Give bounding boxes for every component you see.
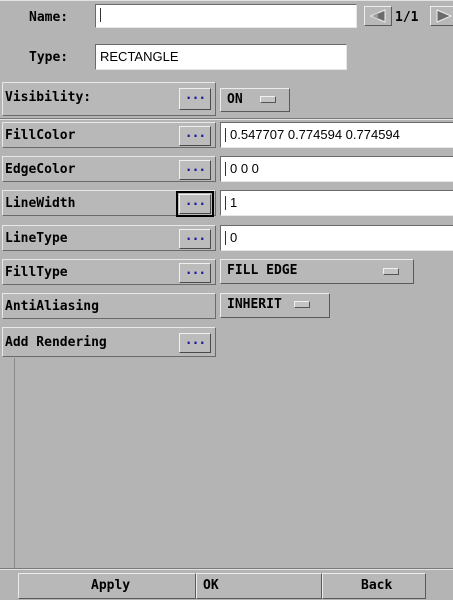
filltype-dots-button[interactable]: ... (179, 263, 211, 283)
separator-highlight (0, 119, 453, 120)
triangle-left-icon (369, 9, 386, 23)
linetype-dots-button[interactable]: ... (179, 229, 211, 249)
linetype-field[interactable]: 0 (220, 225, 453, 251)
filltype-value: FILL EDGE (227, 263, 298, 278)
property-editor-panel: Name: 1/1 Type: RECTANGLE Visibility: ..… (0, 0, 453, 600)
triangle-right-icon (436, 9, 453, 23)
edgecolor-value: 0 0 0 (230, 161, 259, 176)
prev-button[interactable] (364, 6, 392, 26)
type-value: RECTANGLE (100, 49, 179, 64)
text-cursor (225, 196, 229, 210)
fillcolor-field[interactable]: 0.547707 0.774594 0.774594 (220, 122, 453, 148)
linewidth-value: 1 (230, 195, 238, 210)
name-field[interactable] (95, 4, 357, 28)
text-cursor (225, 231, 229, 245)
filltype-label: FillType (5, 265, 68, 280)
antialiasing-value: INHERIT (227, 297, 282, 312)
fillcolor-label: FillColor (5, 128, 76, 143)
type-label: Type: (29, 50, 69, 65)
visibility-value: ON (227, 92, 243, 107)
page-indicator: 1/1 (395, 10, 419, 25)
next-button[interactable] (430, 6, 453, 26)
add-rendering-dots-button[interactable]: ... (179, 333, 211, 353)
fillcolor-dots-button[interactable]: ... (179, 126, 211, 146)
linetype-value: 0 (230, 230, 238, 245)
menu-indicator-icon (293, 301, 310, 308)
apply-button[interactable]: Apply (18, 573, 196, 599)
antialiasing-label: AntiAliasing (5, 299, 99, 314)
edgecolor-dots-button[interactable]: ... (179, 160, 211, 180)
footer-separator-highlight (0, 569, 453, 570)
add-rendering-label: Add Rendering (5, 335, 107, 350)
edgecolor-field[interactable]: 0 0 0 (220, 156, 453, 182)
name-label: Name: (29, 10, 69, 25)
content-frame-left (14, 358, 15, 568)
top-edge (0, 0, 453, 1)
text-cursor (225, 128, 229, 142)
menu-indicator-icon (260, 96, 277, 103)
linewidth-field[interactable]: 1 (220, 190, 453, 216)
visibility-menu[interactable]: ON (220, 88, 290, 112)
visibility-dots-button[interactable]: ... (179, 88, 211, 110)
type-field[interactable]: RECTANGLE (95, 44, 347, 70)
ok-label: OK (203, 578, 219, 593)
linewidth-label: LineWidth (5, 196, 76, 211)
back-label: Back (361, 578, 393, 593)
visibility-label: Visibility: (5, 90, 92, 105)
text-cursor (100, 8, 104, 22)
ok-button[interactable]: OK (196, 573, 322, 599)
menu-indicator-icon (383, 268, 399, 275)
linewidth-dots-button[interactable]: ... (176, 191, 214, 217)
fillcolor-value: 0.547707 0.774594 0.774594 (230, 127, 400, 142)
filltype-menu[interactable]: FILL EDGE (220, 259, 414, 284)
linetype-label: LineType (5, 231, 68, 246)
antialiasing-menu[interactable]: INHERIT (220, 293, 330, 318)
apply-label: Apply (91, 578, 131, 593)
text-cursor (225, 162, 229, 176)
edgecolor-label: EdgeColor (5, 162, 76, 177)
back-button[interactable]: Back (322, 573, 426, 599)
